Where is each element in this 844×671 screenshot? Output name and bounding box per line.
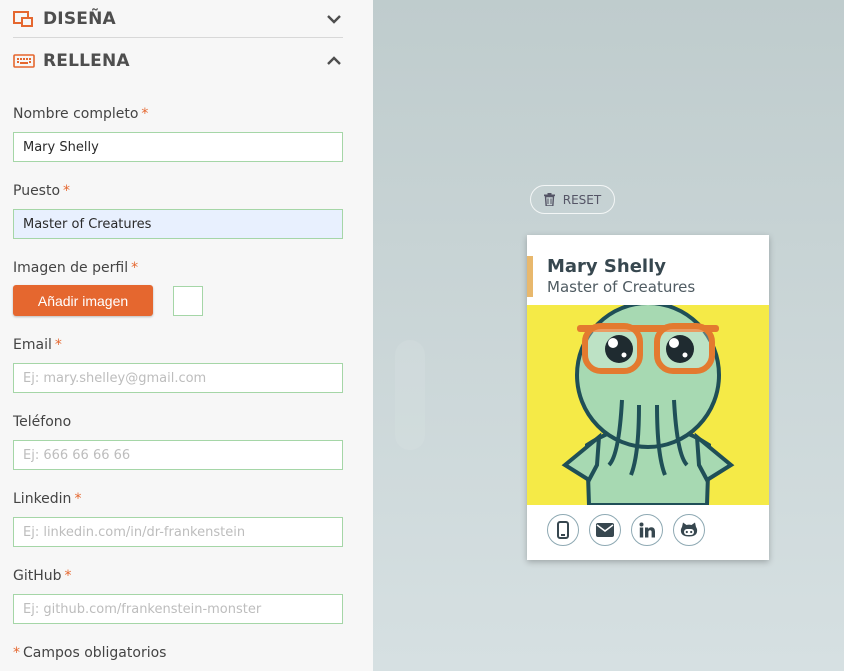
reset-label: RESET	[562, 192, 602, 207]
email-icon[interactable]	[589, 514, 621, 546]
chevron-up-icon[interactable]	[325, 52, 343, 70]
profile-card: Mary Shelly Master of Creatures	[527, 235, 769, 560]
design-section-title: DISEÑA	[43, 8, 116, 29]
github-label-text: GitHub	[13, 568, 62, 584]
linkedin-icon[interactable]	[631, 514, 663, 546]
image-thumbnail	[173, 286, 203, 316]
trash-icon	[543, 193, 555, 206]
email-label: Email *	[13, 337, 62, 353]
phone-label-text: Teléfono	[13, 414, 72, 430]
phone-icon[interactable]	[547, 514, 579, 546]
email-label-text: Email	[13, 337, 52, 353]
chevron-down-icon[interactable]	[325, 10, 343, 28]
card-photo	[527, 305, 769, 505]
design-icon	[13, 10, 35, 28]
design-section-header[interactable]: DISEÑA	[13, 0, 343, 38]
card-job: Master of Creatures	[547, 278, 696, 296]
required-asterisk: *	[13, 645, 20, 661]
required-asterisk: *	[54, 337, 62, 353]
job-label-text: Puesto	[13, 183, 61, 199]
github-icon[interactable]	[673, 514, 705, 546]
email-input[interactable]	[13, 363, 343, 393]
github-input[interactable]	[13, 594, 343, 624]
required-asterisk: *	[64, 568, 72, 584]
add-image-button[interactable]: Añadir imagen	[13, 285, 153, 316]
linkedin-input[interactable]	[13, 517, 343, 547]
required-asterisk: *	[131, 260, 139, 276]
image-label-text: Imagen de perfil	[13, 260, 129, 276]
card-accent-bar	[527, 256, 533, 297]
card-name: Mary Shelly	[547, 256, 666, 277]
name-label-text: Nombre completo	[13, 106, 139, 122]
fill-section-header[interactable]: RELLENA	[13, 42, 343, 80]
name-input[interactable]	[13, 132, 343, 162]
background-decoration	[395, 340, 425, 450]
github-label: GitHub *	[13, 568, 72, 584]
job-label: Puesto *	[13, 183, 70, 199]
reset-button[interactable]: RESET	[530, 185, 615, 214]
cthulhu-avatar-illustration	[561, 305, 735, 505]
required-fields-note: * Campos obligatorios	[13, 645, 166, 661]
keyboard-icon	[13, 52, 35, 70]
name-label: Nombre completo *	[13, 106, 148, 122]
image-label: Imagen de perfil *	[13, 260, 138, 276]
job-input[interactable]	[13, 209, 343, 239]
linkedin-label: Linkedin *	[13, 491, 81, 507]
form-panel: DISEÑA RELLENA Nombre completo* Puesto*	[0, 0, 373, 671]
required-asterisk: *	[141, 106, 149, 122]
linkedin-label-text: Linkedin	[13, 491, 72, 507]
phone-input[interactable]	[13, 440, 343, 470]
fill-section-title: RELLENA	[43, 51, 130, 71]
required-note-text: Campos obligatorios	[23, 645, 167, 661]
required-asterisk: *	[74, 491, 82, 507]
phone-label: Teléfono	[13, 414, 71, 430]
required-asterisk: *	[63, 183, 71, 199]
social-icons	[547, 514, 705, 546]
